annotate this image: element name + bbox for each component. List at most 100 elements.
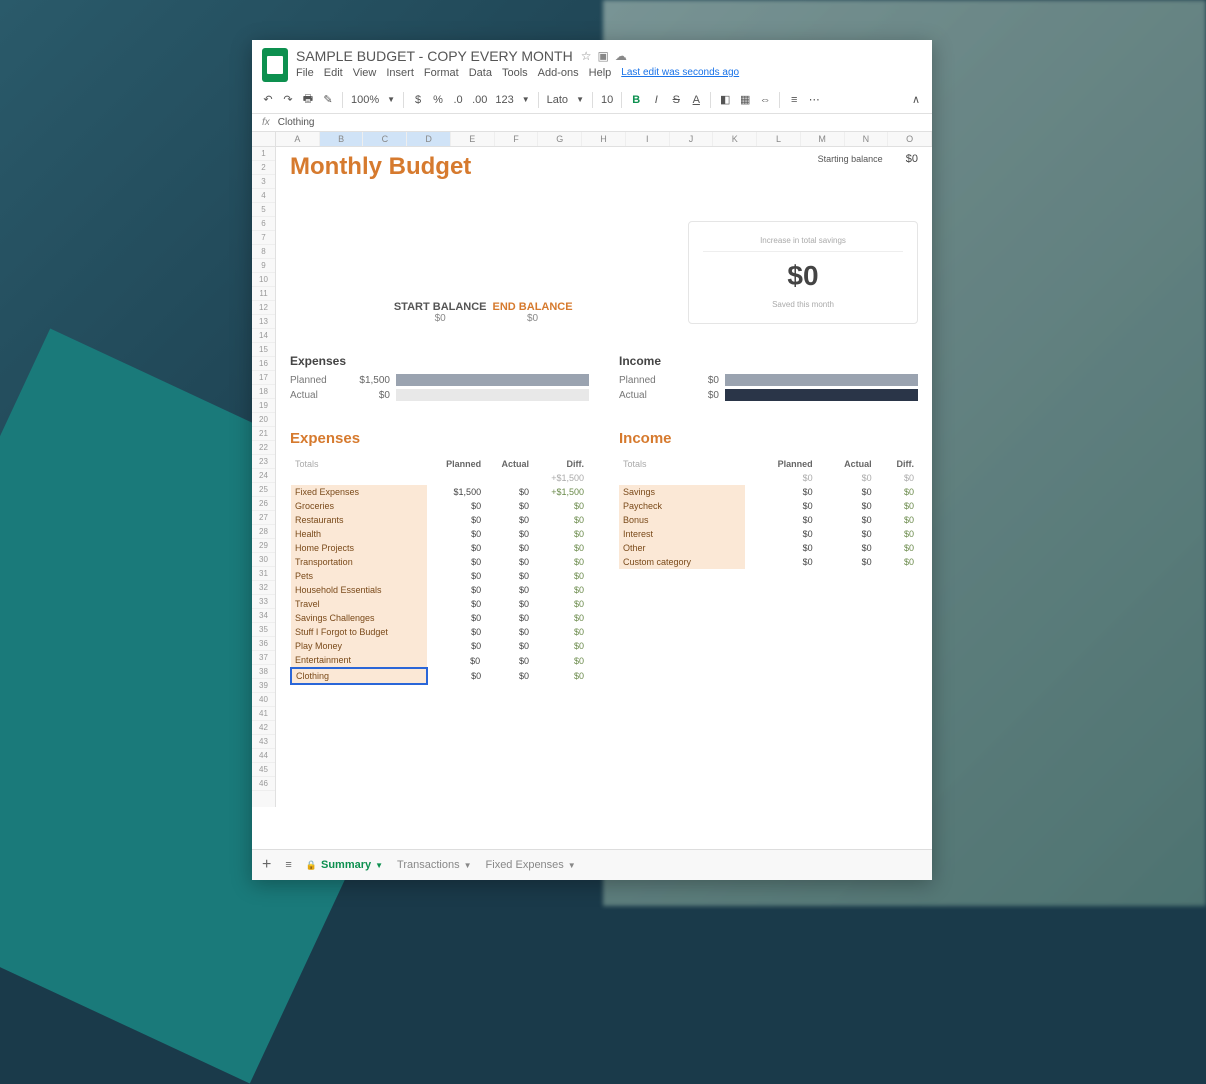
row-header[interactable]: 34 bbox=[252, 609, 275, 623]
tab-summary[interactable]: 🔒 Summary ▼ bbox=[306, 859, 383, 871]
row-header[interactable]: 13 bbox=[252, 315, 275, 329]
row-header[interactable]: 44 bbox=[252, 749, 275, 763]
row-header[interactable]: 40 bbox=[252, 693, 275, 707]
italic-button[interactable]: I bbox=[650, 94, 662, 106]
table-row[interactable]: Restaurants$0$0$0 bbox=[291, 513, 588, 527]
row-header[interactable]: 24 bbox=[252, 469, 275, 483]
row-header[interactable]: 8 bbox=[252, 245, 275, 259]
borders-button[interactable]: ▦ bbox=[739, 93, 751, 106]
currency-button[interactable]: $ bbox=[412, 94, 424, 106]
row-header[interactable]: 4 bbox=[252, 189, 275, 203]
star-icon[interactable]: ☆ bbox=[581, 49, 592, 63]
row-header[interactable]: 5 bbox=[252, 203, 275, 217]
table-row[interactable]: Other$0$0$0 bbox=[619, 541, 918, 555]
all-sheets-button[interactable]: ≡ bbox=[285, 859, 291, 871]
row-header[interactable]: 14 bbox=[252, 329, 275, 343]
column-header[interactable]: A bbox=[276, 132, 320, 146]
column-header[interactable]: L bbox=[757, 132, 801, 146]
last-edit-link[interactable]: Last edit was seconds ago bbox=[621, 67, 739, 79]
doc-title[interactable]: SAMPLE BUDGET - COPY EVERY MONTH bbox=[296, 48, 573, 64]
chevron-down-icon[interactable]: ▼ bbox=[387, 95, 395, 104]
row-header[interactable]: 43 bbox=[252, 735, 275, 749]
zoom-dropdown[interactable]: 100% bbox=[351, 94, 379, 106]
row-header[interactable]: 37 bbox=[252, 651, 275, 665]
row-header[interactable]: 27 bbox=[252, 511, 275, 525]
text-color-button[interactable]: A bbox=[690, 94, 702, 106]
column-header[interactable]: D bbox=[407, 132, 451, 146]
table-row[interactable]: Savings$0$0$0 bbox=[619, 485, 918, 499]
table-row[interactable]: Fixed Expenses$1,500$0+$1,500 bbox=[291, 485, 588, 499]
table-row[interactable]: Stuff I Forgot to Budget$0$0$0 bbox=[291, 625, 588, 639]
formula-input[interactable]: Clothing bbox=[278, 117, 315, 128]
row-header[interactable]: 17 bbox=[252, 371, 275, 385]
add-sheet-button[interactable]: + bbox=[262, 856, 271, 874]
paint-format-button[interactable]: ✎ bbox=[322, 93, 334, 106]
row-header[interactable]: 10 bbox=[252, 273, 275, 287]
row-header[interactable]: 7 bbox=[252, 231, 275, 245]
column-header[interactable]: I bbox=[626, 132, 670, 146]
row-header[interactable]: 12 bbox=[252, 301, 275, 315]
tab-fixed-expenses[interactable]: Fixed Expenses ▼ bbox=[486, 859, 576, 871]
table-row[interactable]: Household Essentials$0$0$0 bbox=[291, 583, 588, 597]
table-row[interactable]: Groceries$0$0$0 bbox=[291, 499, 588, 513]
table-row[interactable]: Home Projects$0$0$0 bbox=[291, 541, 588, 555]
table-row[interactable]: Paycheck$0$0$0 bbox=[619, 499, 918, 513]
row-header[interactable]: 33 bbox=[252, 595, 275, 609]
menu-edit[interactable]: Edit bbox=[324, 67, 343, 79]
row-header[interactable]: 15 bbox=[252, 343, 275, 357]
chevron-down-icon[interactable]: ▼ bbox=[375, 861, 383, 870]
tab-transactions[interactable]: Transactions ▼ bbox=[397, 859, 471, 871]
row-header[interactable]: 41 bbox=[252, 707, 275, 721]
menu-help[interactable]: Help bbox=[589, 67, 612, 79]
row-header[interactable]: 29 bbox=[252, 539, 275, 553]
chevron-down-icon[interactable]: ▼ bbox=[522, 95, 530, 104]
row-header[interactable]: 30 bbox=[252, 553, 275, 567]
row-header[interactable]: 6 bbox=[252, 217, 275, 231]
row-header[interactable]: 45 bbox=[252, 763, 275, 777]
row-header[interactable]: 42 bbox=[252, 721, 275, 735]
sheet-content[interactable]: Monthly Budget Starting balance $0 START… bbox=[276, 147, 932, 807]
menu-file[interactable]: File bbox=[296, 67, 314, 79]
table-row[interactable]: Play Money$0$0$0 bbox=[291, 639, 588, 653]
row-header[interactable]: 32 bbox=[252, 581, 275, 595]
collapse-toolbar-button[interactable]: ∧ bbox=[910, 93, 922, 106]
print-button[interactable]: 🖶 bbox=[302, 90, 314, 109]
table-row[interactable]: Pets$0$0$0 bbox=[291, 569, 588, 583]
row-header[interactable]: 16 bbox=[252, 357, 275, 371]
menu-addons[interactable]: Add-ons bbox=[538, 67, 579, 79]
menu-view[interactable]: View bbox=[353, 67, 377, 79]
font-dropdown[interactable]: Lato bbox=[547, 94, 568, 106]
column-header[interactable]: N bbox=[845, 132, 889, 146]
align-button[interactable]: ≡ bbox=[788, 94, 800, 106]
row-header[interactable]: 11 bbox=[252, 287, 275, 301]
row-header[interactable]: 31 bbox=[252, 567, 275, 581]
row-header[interactable]: 38 bbox=[252, 665, 275, 679]
fx-icon[interactable]: fx bbox=[262, 117, 270, 128]
font-size-input[interactable]: 10 bbox=[601, 94, 613, 106]
column-header[interactable]: O bbox=[888, 132, 932, 146]
row-header[interactable]: 46 bbox=[252, 777, 275, 791]
table-row[interactable]: Health$0$0$0 bbox=[291, 527, 588, 541]
row-header[interactable]: 18 bbox=[252, 385, 275, 399]
row-header[interactable]: 20 bbox=[252, 413, 275, 427]
menu-format[interactable]: Format bbox=[424, 67, 459, 79]
expenses-table[interactable]: TotalsPlannedActualDiff.+$1,500Fixed Exp… bbox=[290, 457, 589, 685]
row-header[interactable]: 36 bbox=[252, 637, 275, 651]
undo-button[interactable]: ↶ bbox=[262, 93, 274, 106]
column-header[interactable]: F bbox=[495, 132, 539, 146]
menu-insert[interactable]: Insert bbox=[386, 67, 414, 79]
row-header[interactable]: 26 bbox=[252, 497, 275, 511]
row-header[interactable]: 3 bbox=[252, 175, 275, 189]
table-row[interactable]: Transportation$0$0$0 bbox=[291, 555, 588, 569]
table-row[interactable]: Travel$0$0$0 bbox=[291, 597, 588, 611]
income-table[interactable]: TotalsPlannedActualDiff.$0$0$0Savings$0$… bbox=[619, 457, 918, 569]
percent-button[interactable]: % bbox=[432, 94, 444, 106]
redo-button[interactable]: ↷ bbox=[282, 93, 294, 106]
number-format-dropdown[interactable]: 123 bbox=[495, 94, 513, 106]
strike-button[interactable]: S bbox=[670, 94, 682, 106]
column-header[interactable]: M bbox=[801, 132, 845, 146]
chevron-down-icon[interactable]: ▼ bbox=[576, 95, 584, 104]
column-header[interactable]: E bbox=[451, 132, 495, 146]
menu-data[interactable]: Data bbox=[469, 67, 492, 79]
bold-button[interactable]: B bbox=[630, 94, 642, 106]
